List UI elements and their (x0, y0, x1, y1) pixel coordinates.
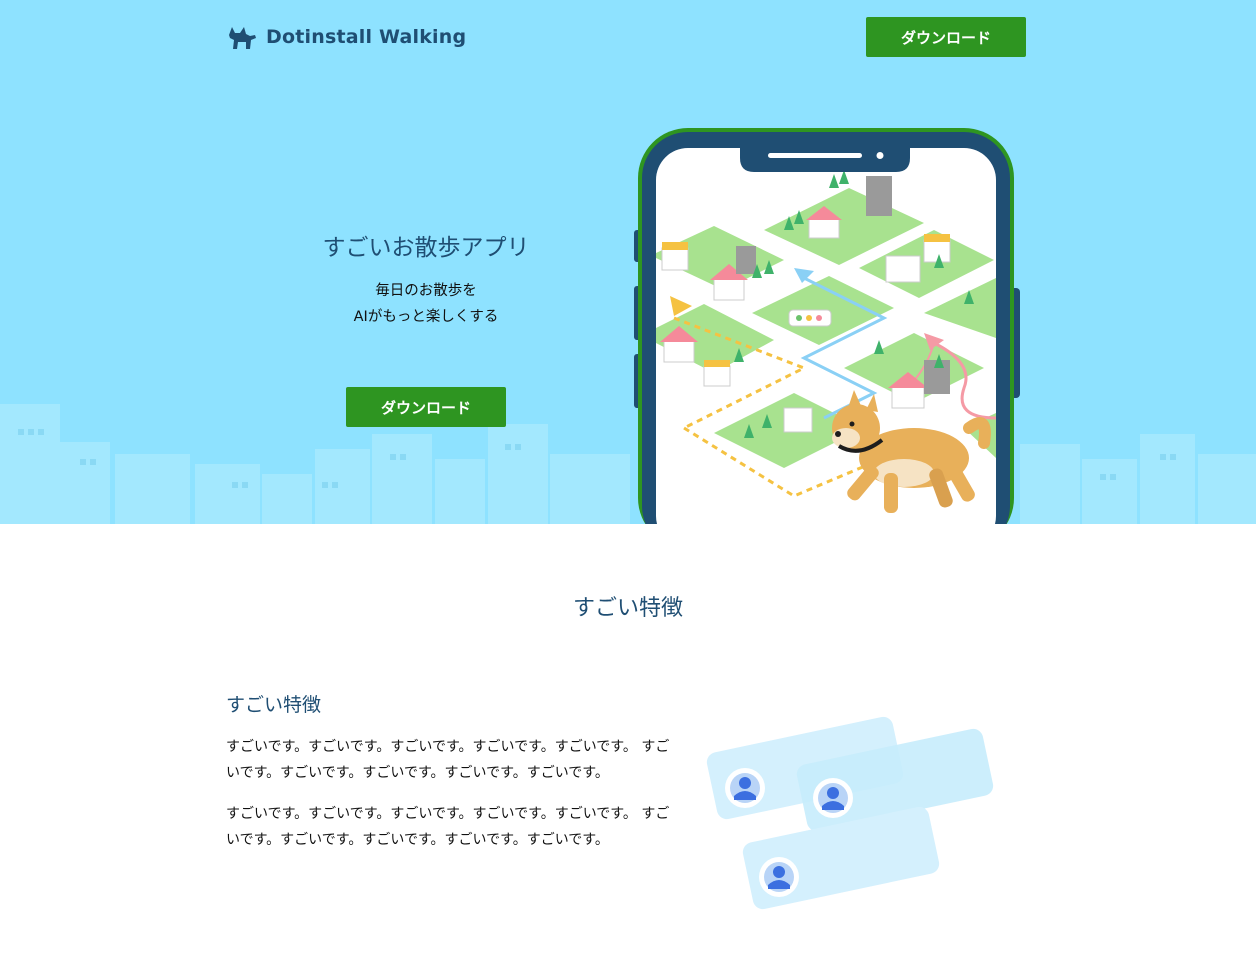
city-skyline-illustration (0, 404, 1256, 524)
phone-map-illustration (634, 128, 1020, 524)
hero-section: Dotinstall Walking ダウンロード すごいお散歩アプリ 毎日のお… (0, 0, 1256, 524)
feature-item: すごい特徴 すごいです。すごいです。すごいです。すごいです。すごいです。 すごい… (226, 690, 672, 869)
logo-text: Dotinstall Walking (266, 26, 467, 48)
feature-paragraph-2: すごいです。すごいです。すごいです。すごいです。すごいです。 すごいです。すごい… (226, 806, 670, 848)
features-section-title: すごい特徴 (572, 596, 683, 621)
hero-subtitle-line1: 毎日のお散歩を (375, 283, 477, 299)
hero-subtitle-line2: AIがもっと楽しくする (353, 309, 499, 325)
hero-subtitle: 毎日のお散歩を AIがもっと楽しくする (226, 278, 626, 330)
feature-paragraph-1: すごいです。すごいです。すごいです。すごいです。すごいです。 すごいです。すごい… (226, 739, 670, 781)
hero-title: すごいお散歩アプリ (322, 235, 530, 261)
hero-copy: すごいお散歩アプリ 毎日のお散歩を AIがもっと楽しくする (226, 228, 626, 330)
feature-heading: すごい特徴 (226, 694, 322, 716)
site-header: Dotinstall Walking ダウンロード (226, 16, 1026, 58)
header-download-button[interactable]: ダウンロード (866, 17, 1026, 57)
logo[interactable]: Dotinstall Walking (226, 22, 466, 52)
hero-download-button[interactable]: ダウンロード (346, 387, 506, 427)
chat-cards-illustration (706, 716, 994, 910)
user-avatar-icon (725, 768, 765, 808)
dog-logo-icon (229, 27, 256, 49)
